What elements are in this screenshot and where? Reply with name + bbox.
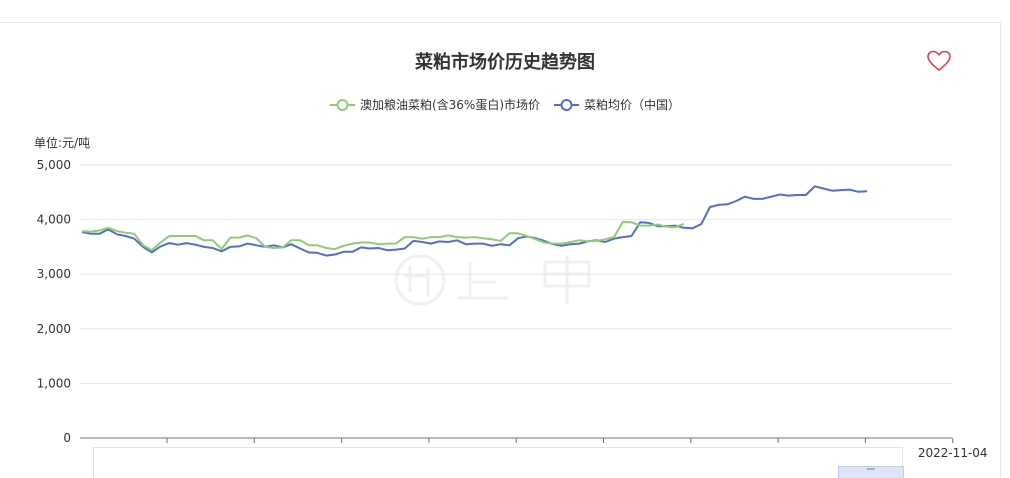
data-zoom-slider[interactable] [93, 447, 903, 478]
grip-icon [867, 468, 875, 470]
x-tick-label: 2022-11-04 [918, 446, 988, 460]
y-tick-label: 5,000 [37, 158, 71, 172]
y-tick-label: 0 [63, 431, 71, 445]
y-tick-label: 1,000 [37, 376, 71, 390]
y-tick-label: 2,000 [37, 322, 71, 336]
watermark-logo [394, 254, 591, 306]
series-line-green [81, 220, 685, 252]
series-line-blue [81, 185, 868, 257]
y-tick-label: 3,000 [37, 267, 71, 281]
line-chart: 01,0002,0003,0004,0005,0002022-06-272022… [37, 158, 988, 460]
y-tick-label: 4,000 [37, 213, 71, 227]
